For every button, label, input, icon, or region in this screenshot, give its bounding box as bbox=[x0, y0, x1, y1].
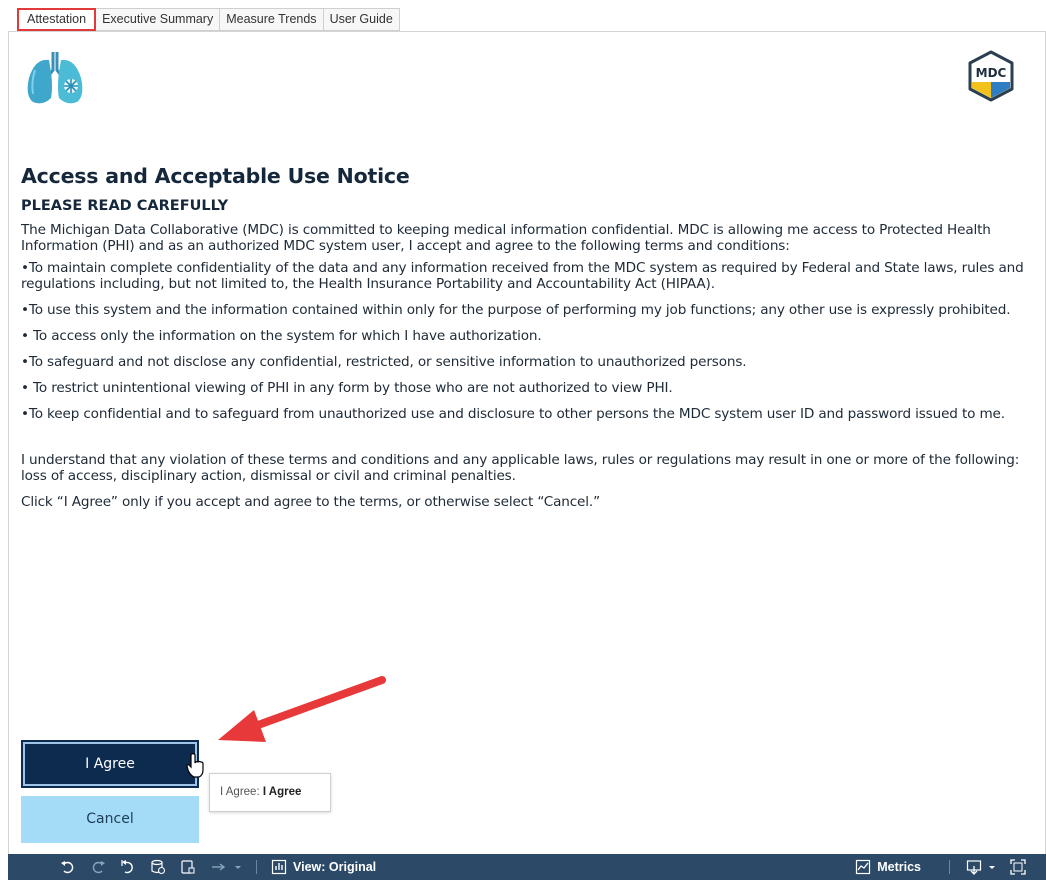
view-original-button[interactable]: View: Original bbox=[293, 860, 376, 874]
redo-icon[interactable] bbox=[90, 859, 106, 875]
download-icon[interactable] bbox=[966, 859, 982, 875]
intro-paragraph: The Michigan Data Collaborative (MDC) is… bbox=[21, 222, 991, 254]
term-item: • To access only the information on the … bbox=[21, 328, 542, 344]
tab-user-guide[interactable]: User Guide bbox=[323, 8, 400, 31]
tooltip: I Agree: I Agree bbox=[209, 773, 331, 812]
notice-content: Access and Acceptable Use Notice PLEASE … bbox=[21, 164, 1031, 516]
cancel-button[interactable]: Cancel bbox=[21, 796, 199, 843]
pause-updates-icon[interactable] bbox=[180, 859, 196, 875]
term-item: •To safeguard and not disclose any confi… bbox=[21, 354, 747, 370]
instruction-paragraph: Click “I Agree” only if you accept and a… bbox=[21, 494, 600, 510]
agree-button[interactable]: I Agree bbox=[21, 740, 199, 788]
refresh-data-icon[interactable] bbox=[150, 859, 166, 875]
bottom-toolbar: View: Original Metrics bbox=[8, 854, 1046, 880]
tooltip-value: I Agree bbox=[262, 786, 302, 798]
page-title: Access and Acceptable Use Notice bbox=[21, 164, 410, 188]
toolbar-divider bbox=[256, 860, 257, 874]
term-item: • To restrict unintentional viewing of P… bbox=[21, 380, 673, 396]
mdc-logo-icon: MDC bbox=[968, 50, 1014, 102]
term-item: •To maintain complete confidentiality of… bbox=[21, 260, 1024, 292]
hand-cursor-icon bbox=[186, 753, 204, 778]
term-item: •To keep confidential and to safeguard f… bbox=[21, 406, 1005, 422]
svg-text:MDC: MDC bbox=[976, 66, 1007, 80]
tab-executive-summary[interactable]: Executive Summary bbox=[96, 8, 221, 31]
notice-subtitle: PLEASE READ CAREFULLY bbox=[21, 198, 229, 214]
view-icon[interactable] bbox=[271, 859, 287, 875]
metrics-icon[interactable] bbox=[855, 859, 871, 875]
violation-paragraph: I understand that any violation of these… bbox=[21, 452, 1020, 484]
metrics-button[interactable]: Metrics bbox=[877, 860, 921, 874]
undo-icon[interactable] bbox=[60, 859, 76, 875]
tooltip-prefix: I Agree: bbox=[220, 786, 263, 798]
toolbar-divider bbox=[949, 860, 950, 874]
share-icon[interactable] bbox=[210, 859, 226, 875]
chevron-down-icon[interactable] bbox=[230, 859, 241, 875]
sheet-tabs: Attestation Executive Summary Measure Tr… bbox=[17, 8, 400, 31]
revert-icon[interactable] bbox=[120, 859, 136, 875]
fullscreen-icon[interactable] bbox=[1010, 859, 1026, 875]
annotation-arrow-icon bbox=[218, 676, 386, 742]
tab-attestation[interactable]: Attestation bbox=[17, 8, 97, 31]
tab-measure-trends[interactable]: Measure Trends bbox=[220, 8, 324, 31]
term-item: •To use this system and the information … bbox=[21, 302, 1011, 318]
lungs-logo-icon bbox=[27, 52, 83, 104]
chevron-down-icon[interactable] bbox=[984, 859, 995, 875]
